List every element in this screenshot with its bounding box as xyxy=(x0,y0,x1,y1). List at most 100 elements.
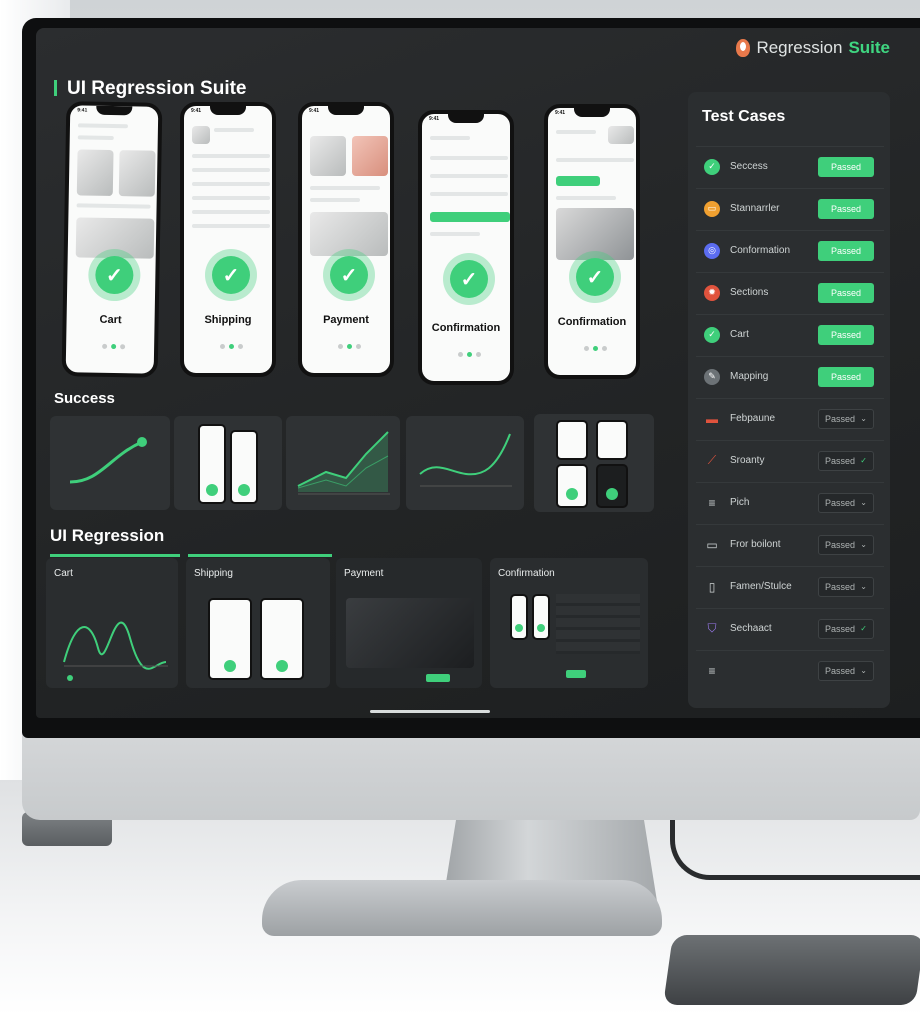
phone-time: 9:41 xyxy=(429,116,440,122)
test-case-row[interactable]: ≡ Passed ⌄ xyxy=(696,650,884,690)
status-badge[interactable]: Passed ⌄ xyxy=(818,576,874,597)
payment-preview-image xyxy=(346,598,474,668)
test-case-row[interactable]: ✎ Mapping Passed xyxy=(696,356,884,396)
placeholder-line xyxy=(310,186,380,190)
status-badge[interactable]: Passed ⌄ xyxy=(818,408,874,429)
phone-time: 9:41 xyxy=(191,108,202,114)
regression-progress-segment xyxy=(50,554,180,557)
regression-card-title: Cart xyxy=(54,568,73,579)
test-case-name: Febpaune xyxy=(730,413,776,424)
check-icon: ✓ xyxy=(704,158,720,175)
page-dots xyxy=(458,352,481,357)
status-badge[interactable]: Passed xyxy=(818,240,874,261)
status-badge[interactable]: Passed ✓ xyxy=(818,450,874,471)
regression-card-confirmation[interactable]: Confirmation xyxy=(490,558,648,688)
product-image xyxy=(352,136,388,176)
test-case-row[interactable]: ✓ Seccess Passed xyxy=(696,146,884,186)
mini-phone xyxy=(260,598,304,680)
status-badge[interactable]: Passed ✓ xyxy=(818,618,874,639)
product-image xyxy=(556,208,634,260)
test-case-row[interactable]: ⟋ Sroanty Passed ✓ xyxy=(696,440,884,480)
phone-screen-shipping[interactable]: 9:41 ✓ Shipping xyxy=(180,102,276,377)
placeholder-line xyxy=(192,182,270,186)
section-title-regression: UI Regression xyxy=(50,526,165,545)
placeholder-line xyxy=(430,232,480,236)
placeholder-line xyxy=(77,135,114,141)
app-title-text: UI Regression Suite xyxy=(67,78,247,99)
status-badge-label: Passed xyxy=(825,455,856,466)
success-check-icon: ✓ xyxy=(576,258,614,296)
phone-notch xyxy=(96,105,133,116)
test-case-name: Stannarrler xyxy=(730,203,780,214)
chevron-down-icon: ⌄ xyxy=(860,666,867,675)
trend-line-chart xyxy=(69,437,147,484)
status-badge-label: Passed xyxy=(825,413,856,424)
app-title: UI Regression Suite xyxy=(54,78,247,100)
action-button[interactable] xyxy=(556,176,600,186)
status-badge-label: Passed xyxy=(825,539,856,550)
confirm-button[interactable] xyxy=(430,212,510,222)
phone-screen-cart[interactable]: 9:41 ✓ Cart xyxy=(61,101,163,378)
mini-phone xyxy=(596,420,628,460)
phone-time: 9:41 xyxy=(77,107,88,114)
payment-confirm-button[interactable] xyxy=(426,674,450,682)
placeholder-line xyxy=(192,224,270,228)
placeholder-line xyxy=(430,136,470,140)
shield-icon: ⛉ xyxy=(707,621,717,635)
check-icon: ✓ xyxy=(860,456,867,465)
keyboard xyxy=(663,935,920,1005)
phone-label: Confirmation xyxy=(557,316,627,328)
success-area-chart-tile[interactable] xyxy=(286,416,400,510)
check-icon: ✓ xyxy=(860,624,867,633)
test-case-row[interactable]: ⛉ Sechaact Passed ✓ xyxy=(696,608,884,648)
regression-card-payment[interactable]: Payment xyxy=(336,558,482,688)
status-badge[interactable]: Passed ⌄ xyxy=(818,492,874,513)
status-badge[interactable]: Passed xyxy=(818,282,874,303)
phone-screen-confirmation[interactable]: 9:41 ✓ Confirmation xyxy=(418,110,514,385)
test-case-row[interactable]: ✓ Cart Passed xyxy=(696,314,884,354)
brand-logo[interactable]: Regression Suite xyxy=(736,38,890,58)
success-check-icon: ✓ xyxy=(450,260,488,298)
status-badge[interactable]: Passed xyxy=(818,324,874,345)
chevron-down-icon: ⌄ xyxy=(860,414,867,423)
brand-name: Regression xyxy=(756,38,843,57)
page-dots xyxy=(102,343,126,350)
page-dots xyxy=(220,344,243,349)
regression-card-title: Payment xyxy=(344,568,384,579)
test-case-row[interactable]: ▬ Febpaune Passed ⌄ xyxy=(696,398,884,438)
regression-card-cart[interactable]: Cart xyxy=(46,558,178,688)
success-line-chart-tile[interactable] xyxy=(406,416,524,510)
placeholder-line xyxy=(192,168,270,172)
placeholder-line xyxy=(214,128,254,132)
phone-screen-payment[interactable]: 9:41 ✓ Payment xyxy=(298,102,394,377)
table-action-button[interactable] xyxy=(566,670,586,678)
success-phones-grid-tile[interactable] xyxy=(534,414,654,512)
test-case-row[interactable]: ✹ Sections Passed xyxy=(696,272,884,312)
test-case-row[interactable]: ▯ Famen/Stulce Passed ⌄ xyxy=(696,566,884,606)
chevron-down-icon: ⌄ xyxy=(860,498,867,507)
test-case-row[interactable]: ≡ Pich Passed ⌄ xyxy=(696,482,884,522)
mini-phone xyxy=(532,594,550,640)
test-case-row[interactable]: ▭ Fror boilont Passed ⌄ xyxy=(696,524,884,564)
status-badge[interactable]: Passed xyxy=(818,156,874,177)
monitor-stand-base xyxy=(262,880,662,936)
status-badge[interactable]: Passed ⌄ xyxy=(818,534,874,555)
placeholder-line xyxy=(192,196,270,200)
status-badge[interactable]: Passed xyxy=(818,198,874,219)
phone-screen-confirmation-2[interactable]: 9:41 ✓ Confirmation xyxy=(544,104,640,379)
test-case-row[interactable]: ▭ Stannarrler Passed xyxy=(696,188,884,228)
test-case-name: Sroanty xyxy=(730,455,765,466)
status-badge[interactable]: Passed xyxy=(818,366,874,387)
test-case-name: Pich xyxy=(730,497,750,508)
test-case-row[interactable]: ◎ Conformation Passed xyxy=(696,230,884,270)
regression-card-shipping[interactable]: Shipping xyxy=(186,558,330,688)
phone-time: 9:41 xyxy=(309,108,320,114)
success-trend-tile[interactable] xyxy=(50,416,170,510)
status-badge[interactable]: Passed ⌄ xyxy=(818,660,874,681)
status-badge-label: Passed xyxy=(825,581,856,592)
test-case-name: Cart xyxy=(730,329,749,340)
phone-icon: ▯ xyxy=(708,579,716,594)
test-cases-title: Test Cases xyxy=(702,108,786,125)
success-phones-tile[interactable] xyxy=(174,416,282,510)
success-check-icon: ✓ xyxy=(95,255,134,295)
